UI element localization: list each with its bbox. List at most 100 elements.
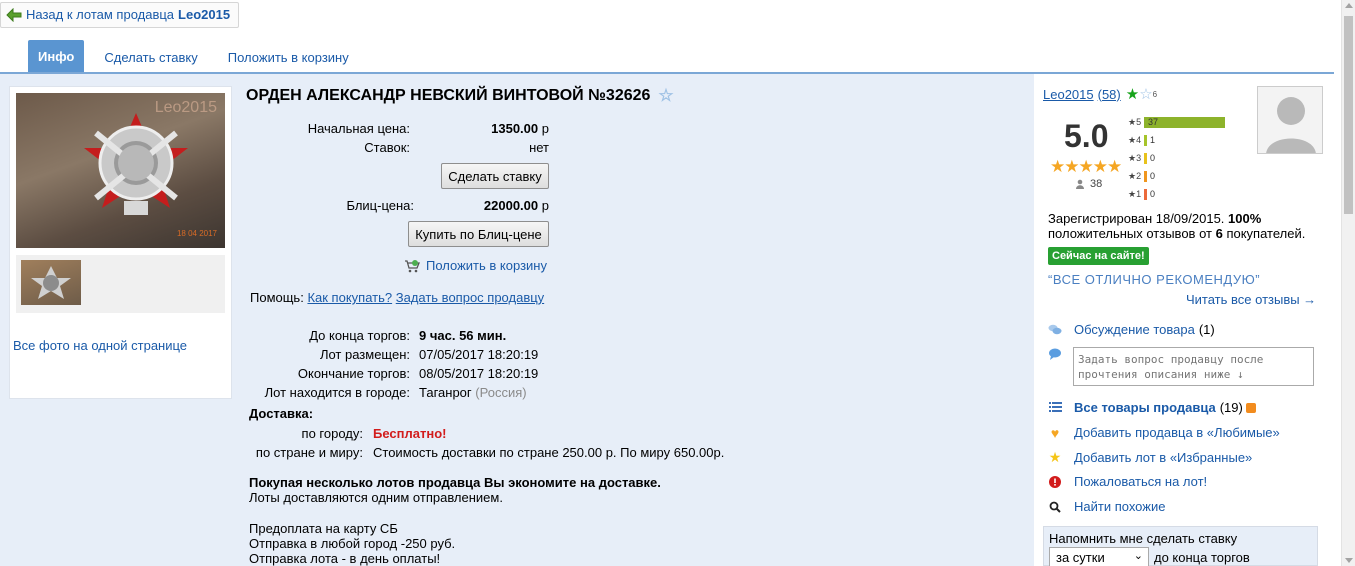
read-all-reviews-link[interactable]: Читать все отзывы →	[1186, 292, 1316, 307]
add-to-cart-link[interactable]: Положить в корзину	[426, 258, 547, 273]
tab-make-bid[interactable]: Сделать ставку	[92, 41, 209, 73]
alert-icon	[1048, 475, 1062, 489]
green-star-icon: ★	[1125, 86, 1140, 103]
tab-add-to-cart[interactable]: Положить в корзину	[216, 41, 361, 73]
seller-name-link[interactable]: Leo2015	[1043, 87, 1094, 102]
description-line-3: Отправка в любой город -250 руб.	[249, 536, 456, 551]
rating-bar-star-label: ★3	[1128, 152, 1142, 163]
photo-watermark: Leo2015	[154, 99, 217, 116]
make-bid-button[interactable]: Сделать ставку	[441, 163, 549, 189]
thumbnail-strip	[16, 255, 225, 313]
cart-icon	[405, 259, 420, 272]
delivery-country-value: Стоимость доставки по стране 250.00 р. П…	[373, 445, 725, 460]
end-label: До конца торгов:	[309, 328, 410, 343]
back-link-text[interactable]: Назад к лотам продавца	[26, 7, 174, 22]
description-line-4: Отправка лота - в день оплаты!	[249, 551, 441, 566]
find-similar-item[interactable]: Найти похожие	[1048, 499, 1165, 514]
lot-title-row: ОРДЕН АЛЕКСАНДР НЕВСКИЙ ВИНТОВОЙ №32626 …	[246, 86, 674, 106]
seller-avatar[interactable]	[1257, 86, 1323, 154]
reviews-count-row: 38	[1075, 178, 1102, 190]
avatar-placeholder-icon	[1266, 97, 1316, 153]
how-to-buy-link[interactable]: Как покупать?	[307, 290, 392, 305]
help-label: Помощь:	[250, 290, 304, 305]
back-to-seller-lots-link[interactable]: Назад к лотам продавца Leo2015	[0, 2, 240, 28]
remind-period-select[interactable]: за сутки ⌄	[1049, 547, 1149, 566]
rating-bar-row-3: ★3 0	[1128, 152, 1155, 164]
rating-bar-star-label: ★5	[1128, 116, 1142, 127]
end-value: 9 час. 56 мин.	[419, 328, 507, 343]
online-status-badge: Сейчас на сайте!	[1048, 247, 1149, 265]
all-photos-link[interactable]: Все фото на одной странице	[13, 338, 187, 353]
rating-bar-fill: 0	[1144, 170, 1155, 182]
blitz-price-label: Блиц-цена:	[346, 198, 414, 213]
discussion-item[interactable]: Обсуждение товара (1)	[1048, 322, 1215, 337]
ask-seller-input[interactable]	[1073, 347, 1314, 386]
placed-value: 07/05/2017 18:20:19	[419, 347, 539, 362]
help-row: Помощь: Как покупать? Задать вопрос прод…	[250, 290, 544, 305]
placed-label: Лот размещен:	[319, 347, 410, 362]
photo-date: 18 04 2017	[176, 229, 217, 238]
chevron-down-icon: ⌄	[1133, 550, 1143, 562]
rating-score: 5.0	[1064, 118, 1109, 154]
delivery-city-value: Бесплатно!	[373, 426, 447, 441]
back-arrow-icon	[6, 8, 22, 22]
add-favorite-seller-item[interactable]: ♥ Добавить продавца в «Любимые»	[1048, 424, 1280, 441]
star-icon: ★	[1048, 449, 1062, 465]
rating-bar-row-1: ★1 0	[1128, 188, 1155, 200]
outline-star-icon: ☆	[1139, 86, 1153, 103]
buy-blitz-button[interactable]: Купить по Блиц-цене	[408, 221, 549, 247]
tab-info[interactable]: Инфо	[28, 40, 85, 73]
photo-thumbnail[interactable]	[21, 260, 81, 305]
lot-main-photo[interactable]: Leo2015 18 04 2017	[16, 93, 225, 248]
rating-bar-fill: 0	[1144, 188, 1155, 200]
find-similar-link[interactable]: Найти похожие	[1074, 499, 1165, 514]
discussion-link[interactable]: Обсуждение товара	[1074, 322, 1195, 337]
remind-suffix: до конца торгов	[1154, 550, 1250, 565]
add-favorite-seller-link[interactable]: Добавить продавца в «Любимые»	[1074, 425, 1280, 440]
blitz-price-value: 22000.00 р	[483, 198, 549, 213]
back-link-seller[interactable]: Leo2015	[178, 7, 230, 22]
delivery-country-label: по стране и миру:	[255, 445, 363, 460]
lot-title: ОРДЕН АЛЕКСАНДР НЕВСКИЙ ВИНТОВОЙ №32626	[246, 87, 651, 104]
all-goods-item[interactable]: Все товары продавца (19)	[1048, 400, 1256, 415]
complain-item[interactable]: Пожаловаться на лот!	[1048, 474, 1207, 489]
delivery-city-label: по городу:	[301, 426, 363, 441]
heart-icon: ♥	[1050, 424, 1060, 441]
closing-value: 08/05/2017 18:20:19	[419, 366, 539, 381]
rating-stars-icon: ★★★★★	[1050, 157, 1122, 176]
start-price-value: 1350.00 р	[491, 121, 549, 136]
all-goods-link[interactable]: Все товары продавца	[1074, 400, 1216, 415]
bid-reminder-box: Напомнить мне сделать ставку за сутки ⌄ …	[1043, 526, 1318, 566]
tabs: Инфо Сделать ставку Положить в корзину	[28, 40, 361, 73]
add-favorite-lot-item[interactable]: ★ Добавить лот в «Избранные»	[1048, 449, 1253, 465]
scrollbar-thumb[interactable]	[1344, 16, 1353, 214]
thumbnail-medal-image	[31, 266, 71, 299]
rating-bar-fill: 0	[1144, 152, 1155, 164]
seller-count-link[interactable]: (58)	[1098, 87, 1121, 102]
list-icon	[1048, 401, 1062, 415]
delivery-header: Доставка:	[249, 406, 314, 421]
add-to-cart-link-row[interactable]: Положить в корзину	[404, 258, 547, 273]
ask-seller-link[interactable]: Задать вопрос продавцу	[396, 290, 544, 305]
bids-value: нет	[529, 140, 549, 155]
page-scrollbar[interactable]	[1341, 0, 1355, 566]
add-favorite-lot-link[interactable]: Добавить лот в «Избранные»	[1074, 450, 1252, 465]
city-value: Таганрог (Россия)	[419, 385, 527, 400]
rss-icon[interactable]	[1245, 402, 1256, 413]
rating-bar-row-2: ★2 0	[1128, 170, 1155, 182]
scroll-up-arrow-icon[interactable]	[1345, 3, 1353, 8]
speech-bubble-icon	[1048, 348, 1062, 363]
complain-link[interactable]: Пожаловаться на лот!	[1074, 474, 1207, 489]
user-icon	[1076, 179, 1084, 189]
search-icon	[1048, 500, 1062, 514]
seller-name-row: Leo2015 (58) ★ ☆ 6	[1043, 85, 1157, 103]
scroll-down-arrow-icon[interactable]	[1345, 558, 1353, 563]
city-label: Лот находится в городе:	[264, 385, 410, 400]
page: Назад к лотам продавца Leo2015 Инфо Сдел…	[0, 0, 1355, 566]
remind-label: Напомнить мне сделать ставку	[1049, 531, 1238, 546]
rating-bar-fill: 37	[1144, 116, 1225, 128]
favorite-star-icon[interactable]: ☆	[658, 86, 673, 106]
rating-bar-row-5: ★5 37	[1128, 116, 1225, 128]
description-line-2: Предоплата на карту СБ	[249, 521, 398, 536]
description-line-1: Лоты доставляются одним отправлением.	[249, 490, 503, 505]
